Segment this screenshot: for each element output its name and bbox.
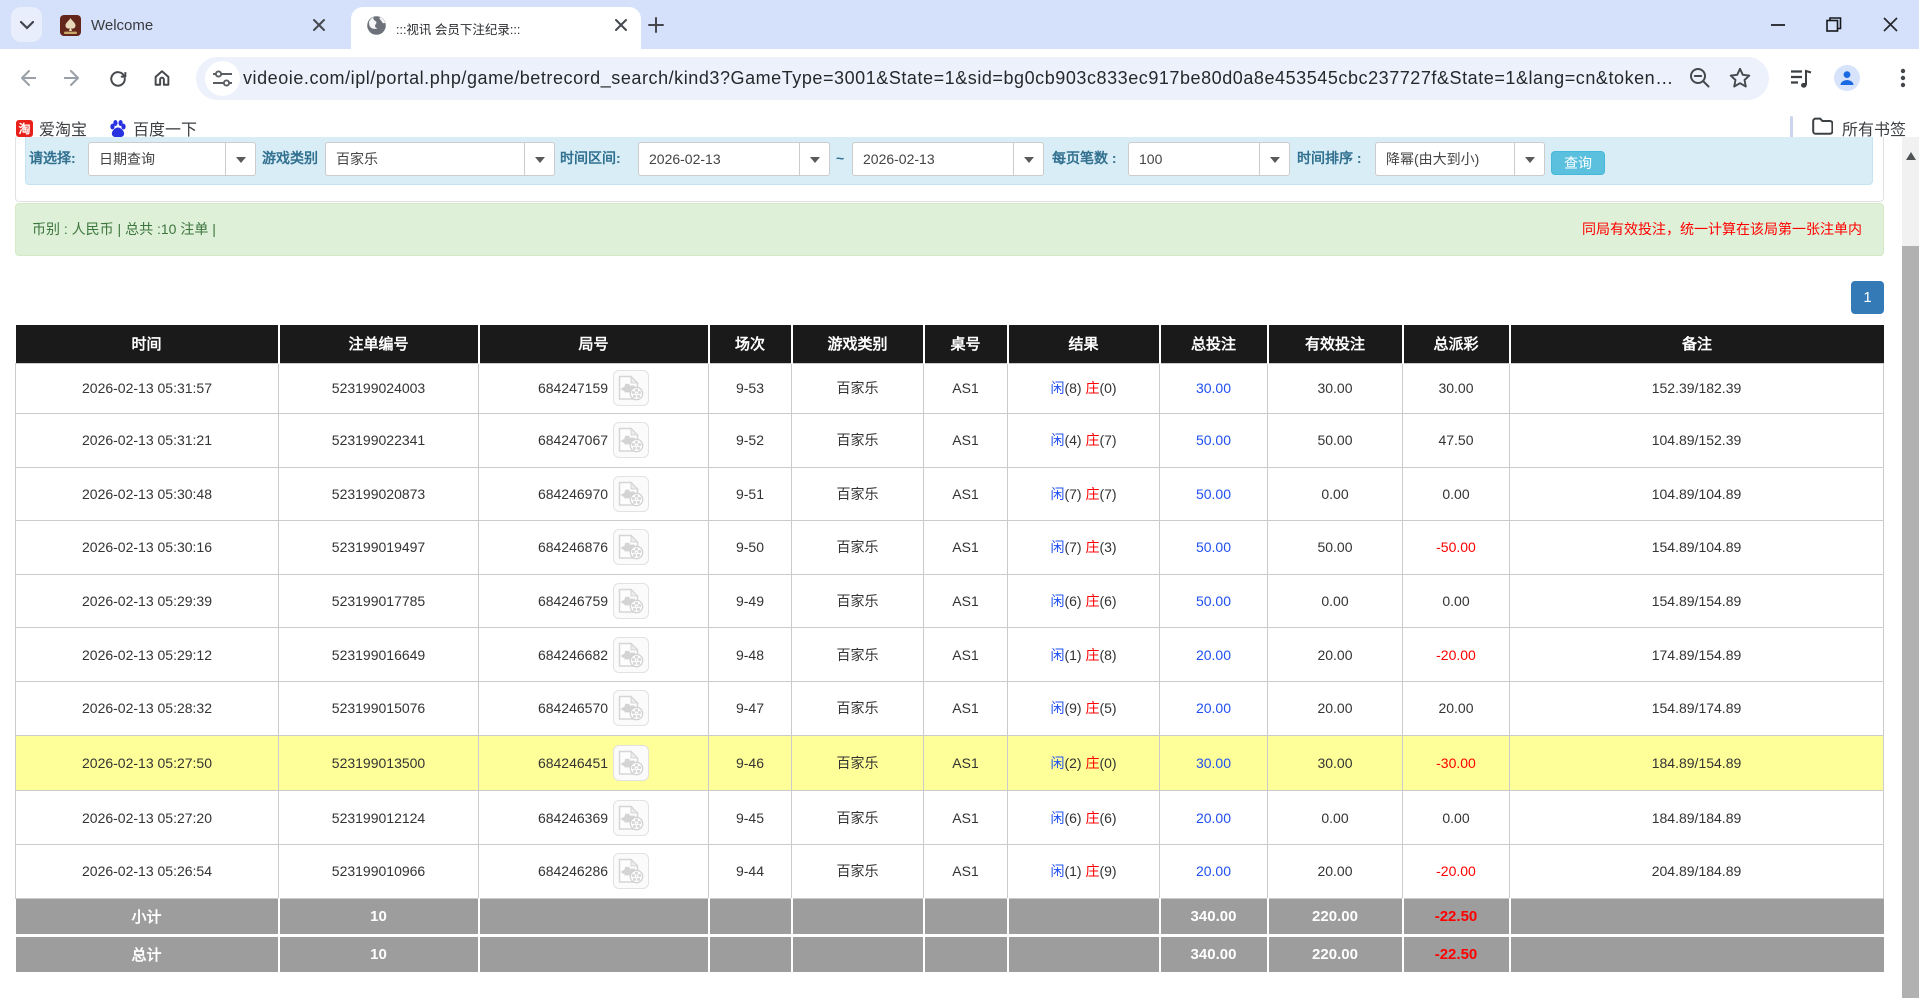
svg-text:淘: 淘	[18, 121, 30, 136]
